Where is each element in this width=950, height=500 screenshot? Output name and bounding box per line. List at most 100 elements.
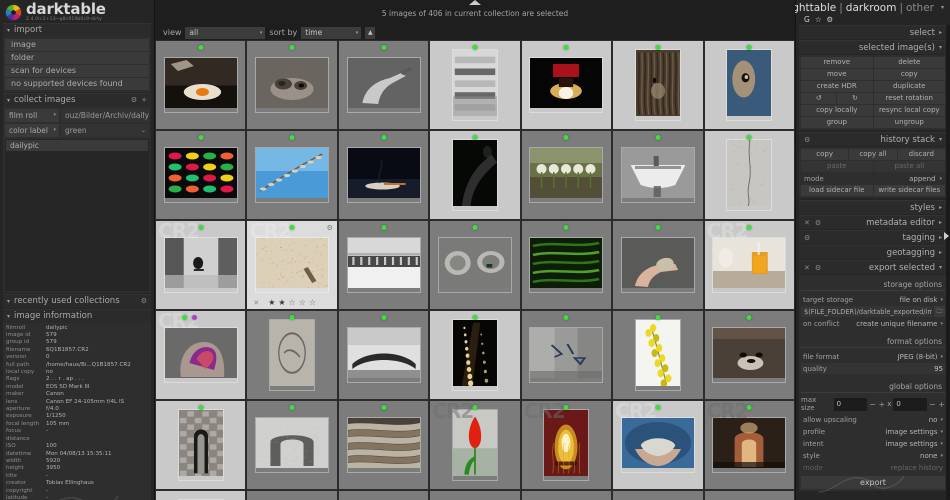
geotagging-header[interactable]: geotagging ▸ [799, 245, 947, 259]
thumbnail-image[interactable] [529, 237, 603, 293]
intent-row[interactable]: intent image settings ▾ [801, 438, 945, 449]
thumbnail-cell[interactable] [429, 130, 520, 220]
import-header[interactable]: ▾ import [3, 23, 151, 37]
star-rating-icon[interactable]: ★ [268, 298, 275, 307]
gear-icon[interactable]: ⚙ [815, 219, 821, 227]
thumbnail-image[interactable] [164, 237, 238, 293]
copy-button[interactable]: copy [874, 69, 946, 80]
tagging-header[interactable]: ⚙ tagging ▸ [799, 230, 947, 244]
thumbnail-image[interactable] [452, 409, 498, 481]
thumbnail-image[interactable] [347, 57, 421, 113]
thumbnail-cell[interactable] [612, 220, 703, 310]
max-height-stepper[interactable]: − + [929, 400, 945, 409]
reset-icon[interactable]: ✕ [804, 219, 810, 227]
reset-rotation-button[interactable]: reset rotation [874, 93, 946, 104]
chevron-up-icon[interactable]: ⌃ [141, 112, 146, 119]
chevron-down-icon[interactable]: ▾ [940, 441, 943, 447]
export-selected-header[interactable]: ✕ ⚙ export selected ▾ [799, 260, 947, 274]
collapse-top-panel-icon[interactable] [469, 0, 481, 5]
thumbnail-cell[interactable]: CR2 ⚙ ✕ ★ ★ ☆ ☆ ☆ [246, 220, 337, 310]
star-rating-icon[interactable]: ☆ [289, 298, 296, 307]
gear-icon[interactable]: ⚙ [827, 15, 834, 24]
thumbnail-image[interactable] [255, 147, 329, 203]
nav-other[interactable]: other [906, 2, 934, 14]
thumbnail-image[interactable] [452, 49, 498, 121]
grouping-icon[interactable]: G [804, 15, 810, 24]
max-height-input[interactable]: 0 [893, 398, 927, 411]
thumbnail-cell[interactable] [521, 490, 612, 500]
thumbnail-image[interactable] [635, 319, 681, 391]
chevron-down-icon[interactable]: ▾ [940, 417, 943, 423]
star-rating-icon[interactable]: ☆ [299, 298, 306, 307]
recent-collections-header[interactable]: ▾ recently used collections ⚙ [3, 294, 151, 308]
collect-results-list[interactable]: dailypic [5, 139, 149, 291]
thumbnail-cell[interactable] [338, 130, 429, 220]
thumbnail-cell[interactable] [246, 400, 337, 490]
nav-darkroom[interactable]: darkroom [846, 2, 897, 14]
thumbnail-image[interactable] [543, 409, 589, 481]
chevron-down-icon[interactable]: ▾ [941, 4, 944, 11]
list-item[interactable]: dailypic [6, 140, 148, 151]
thumbnail-cell[interactable] [246, 40, 337, 130]
history-copy-button[interactable]: copy [801, 149, 848, 160]
thumbnail-image[interactable] [269, 319, 315, 391]
thumbnail-cell[interactable] [338, 490, 429, 500]
thumbnail-cell[interactable] [338, 310, 429, 400]
styles-header[interactable]: styles ▸ [799, 200, 947, 214]
thumbnail-image[interactable] [255, 57, 329, 113]
import-item-folder[interactable]: folder [5, 52, 149, 64]
thumbnail-cell[interactable]: CR2 [521, 400, 612, 490]
collect-rule-colorlabel[interactable]: color label ▾ green ⌄ [5, 124, 149, 137]
chevron-down-icon[interactable]: ⌄ [141, 127, 146, 134]
thumbnail-image[interactable] [712, 237, 786, 293]
view-filter-select[interactable]: all ▾ [185, 27, 265, 39]
history-paste-all-button[interactable]: paste all [874, 161, 946, 172]
thumbnail-cell[interactable] [246, 130, 337, 220]
collect-rule-field-select[interactable]: film roll ▾ [5, 109, 59, 122]
thumbnail-gear-icon[interactable]: ⚙ [327, 224, 333, 232]
thumbnail-cell[interactable]: CR2 [429, 400, 520, 490]
thumbnail-cell[interactable] [704, 130, 795, 220]
thumbnail-image[interactable] [347, 327, 421, 383]
thumbnail-cell[interactable] [338, 400, 429, 490]
collapse-right-panel-icon[interactable] [944, 232, 949, 240]
star-rating-icon[interactable]: ★ [278, 298, 285, 307]
create-hdr-button[interactable]: create HDR [801, 81, 873, 92]
thumbnail-cell[interactable] [246, 490, 337, 500]
collect-rule-field-select-2[interactable]: color label ▾ [5, 124, 59, 137]
thumbnail-image[interactable] [529, 327, 603, 383]
move-button[interactable]: move [801, 69, 873, 80]
thumbnail-cell[interactable] [246, 310, 337, 400]
copy-locally-button[interactable]: copy locally [801, 105, 873, 116]
chevron-down-icon[interactable]: ▾ [940, 321, 943, 327]
right-scrollbar[interactable] [946, 25, 950, 500]
thumbnail-cell[interactable] [704, 310, 795, 400]
thumbnail-image[interactable] [621, 237, 695, 293]
history-paste-button[interactable]: paste [801, 161, 873, 172]
duplicate-button[interactable]: duplicate [874, 81, 946, 92]
thumbnail-cell[interactable] [155, 130, 246, 220]
thumbnail-image[interactable] [347, 417, 421, 473]
thumbnail-cell[interactable] [429, 310, 520, 400]
thumbnail-cell[interactable] [612, 40, 703, 130]
file-format-row[interactable]: file format JPEG (8-bit) ▾ [801, 351, 945, 362]
thumbnail-image[interactable] [635, 49, 681, 121]
history-copy-all-button[interactable]: copy all [849, 149, 896, 160]
chevron-down-icon[interactable]: ▾ [940, 354, 943, 360]
reset-icon[interactable]: ✕ [804, 264, 810, 272]
thumbnail-image[interactable] [712, 417, 786, 473]
thumbnail-cell[interactable] [704, 490, 795, 500]
ungroup-button[interactable]: ungroup [874, 117, 946, 128]
collect-images-header[interactable]: ▾ collect images ⚙ + [3, 93, 151, 107]
thumbnail-image[interactable] [164, 147, 238, 203]
style-row[interactable]: style none ▾ [801, 450, 945, 461]
thumbnail-cell[interactable] [338, 40, 429, 130]
thumbnail-image[interactable] [712, 327, 786, 383]
remove-button[interactable]: remove [801, 57, 873, 68]
star-overlays-icon[interactable]: ☆ [815, 15, 822, 24]
thumbnail-image[interactable] [621, 417, 695, 473]
chevron-down-icon[interactable]: ▾ [939, 176, 942, 182]
thumbnail-image[interactable] [164, 57, 238, 113]
import-item-scan-devices[interactable]: scan for devices [5, 65, 149, 77]
thumbnail-image[interactable] [529, 147, 603, 203]
